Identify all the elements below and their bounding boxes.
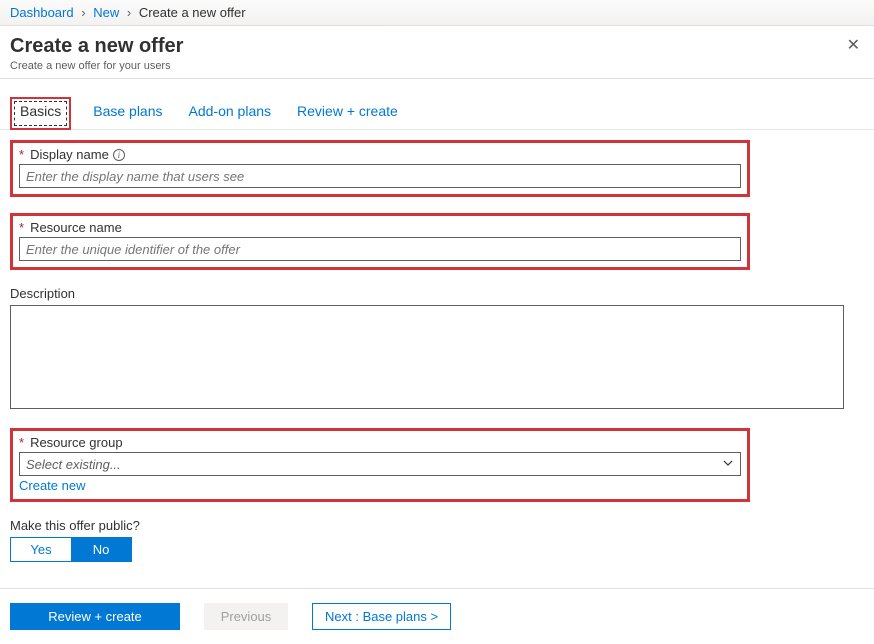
page-title: Create a new offer [10, 34, 183, 58]
next-button[interactable]: Next : Base plans > [312, 603, 451, 630]
resource-name-group: * Resource name [10, 213, 750, 270]
chevron-right-icon: › [127, 5, 131, 20]
description-group: Description [10, 286, 844, 412]
required-indicator: * [19, 435, 24, 450]
info-icon[interactable]: i [113, 149, 125, 161]
required-indicator: * [19, 220, 24, 235]
tab-addon-plans[interactable]: Add-on plans [185, 97, 276, 129]
close-button[interactable]: ✕ [843, 34, 864, 58]
review-create-button[interactable]: Review + create [10, 603, 180, 630]
resource-group-label: Resource group [30, 435, 123, 450]
description-label: Description [10, 286, 75, 301]
toggle-yes[interactable]: Yes [11, 538, 71, 561]
footer-bar: Review + create Previous Next : Base pla… [0, 588, 874, 644]
tab-bar: Basics Base plans Add-on plans Review + … [0, 79, 874, 130]
resource-group-placeholder: Select existing... [26, 457, 121, 472]
resource-group-select[interactable]: Select existing... [19, 452, 741, 476]
breadcrumb-link-new[interactable]: New [93, 5, 119, 20]
resource-name-input[interactable] [19, 237, 741, 261]
tab-basics[interactable]: Basics [10, 97, 71, 130]
breadcrumb: Dashboard › New › Create a new offer [0, 0, 874, 26]
make-public-group: Make this offer public? Yes No [10, 518, 864, 562]
breadcrumb-link-dashboard[interactable]: Dashboard [10, 5, 74, 20]
toggle-no[interactable]: No [71, 538, 131, 561]
resource-name-label: Resource name [30, 220, 122, 235]
chevron-right-icon: › [81, 5, 85, 20]
page-subtitle: Create a new offer for your users [10, 60, 183, 72]
tab-review-create[interactable]: Review + create [293, 97, 402, 129]
display-name-group: * Display name i [10, 140, 750, 197]
chevron-down-icon [722, 457, 734, 472]
resource-group-group: * Resource group Select existing... Crea… [10, 428, 750, 502]
close-icon: ✕ [847, 37, 860, 54]
make-public-label: Make this offer public? [10, 518, 864, 533]
required-indicator: * [19, 147, 24, 162]
description-input[interactable] [10, 305, 844, 409]
tab-base-plans[interactable]: Base plans [89, 97, 166, 129]
previous-button: Previous [204, 603, 288, 630]
display-name-input[interactable] [19, 164, 741, 188]
breadcrumb-current: Create a new offer [139, 5, 246, 20]
display-name-label: Display name [30, 147, 109, 162]
create-new-link[interactable]: Create new [19, 478, 85, 493]
